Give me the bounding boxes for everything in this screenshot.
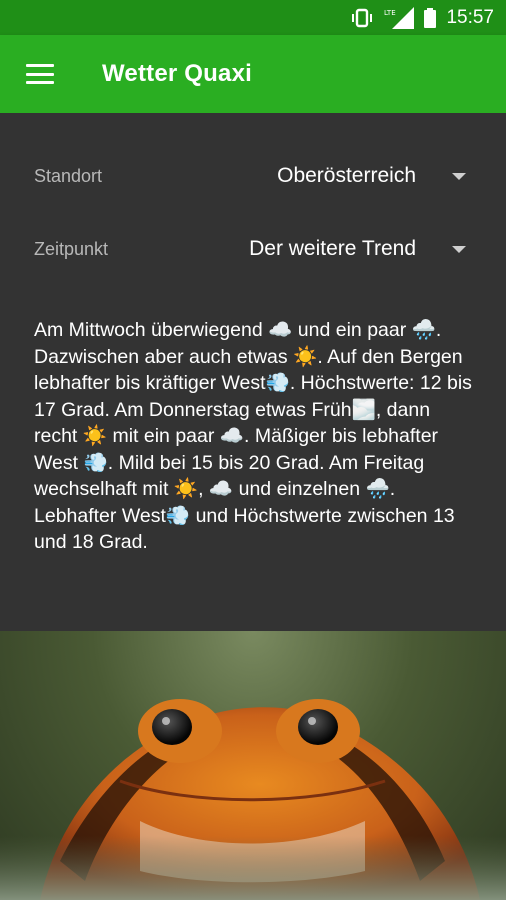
time-row: Zeitpunkt Der weitere Trend — [34, 229, 474, 269]
time-select[interactable]: Der weitere Trend — [249, 229, 474, 269]
battery-icon — [424, 7, 437, 28]
location-value: Oberösterreich — [277, 164, 416, 187]
status-icons: LTE — [350, 6, 437, 29]
location-select[interactable]: Oberösterreich — [277, 156, 474, 196]
frog-illustration — [0, 699, 506, 900]
dropdown-arrow-icon — [452, 172, 466, 180]
hamburger-icon — [26, 64, 54, 84]
lte-text: LTE — [384, 9, 396, 17]
status-time: 15:57 — [446, 6, 494, 28]
lte-icon: LTE — [384, 6, 415, 29]
vibrate-icon — [352, 8, 373, 27]
status-bar: LTE 15:57 — [0, 0, 506, 35]
dropdown-arrow-icon — [452, 245, 466, 253]
app-title: Wetter Quaxi — [102, 60, 252, 87]
app-bar: Wetter Quaxi — [0, 35, 506, 113]
time-label: Zeitpunkt — [34, 238, 109, 259]
location-row: Standort Oberösterreich — [34, 156, 474, 196]
location-label: Standort — [34, 165, 103, 186]
time-value: Der weitere Trend — [249, 237, 416, 260]
forecast-text: Am Mittwoch überwiegend ☁️ und ein paar … — [34, 319, 472, 553]
frog-image — [0, 631, 506, 900]
main-content: Standort Oberösterreich Zeitpunkt Der we… — [0, 113, 506, 631]
menu-button[interactable] — [0, 35, 102, 113]
